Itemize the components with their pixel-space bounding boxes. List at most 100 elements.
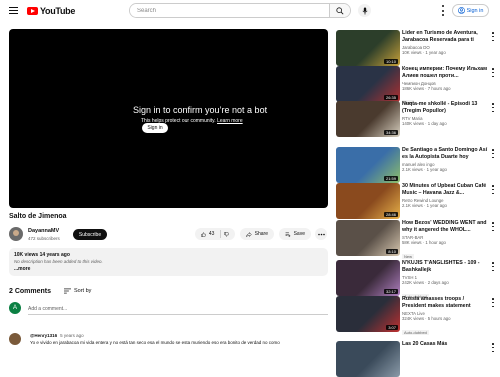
youtube-logo[interactable]: YouTube (27, 6, 75, 16)
search-button[interactable] (329, 4, 350, 17)
video-thumbnail[interactable]: 21:59 (336, 147, 400, 183)
share-icon (246, 231, 252, 237)
share-label: Share (254, 231, 268, 237)
recommended-video-title[interactable]: Russia amasses troops / President makes … (402, 296, 488, 309)
video-menu-icon[interactable] (492, 298, 495, 307)
add-comment-input[interactable]: Add a comment... (28, 306, 328, 315)
view-count-and-date: 10K views 14 years ago (14, 252, 70, 258)
play-logo-icon (27, 7, 38, 15)
channel-avatar[interactable] (9, 227, 23, 241)
video-menu-icon[interactable] (492, 68, 495, 77)
recommended-video[interactable]: 21:59 De Santiago a Santo Domingo Así es … (336, 147, 500, 183)
recommended-video-meta: 58K views · 1 hour ago (402, 240, 446, 246)
like-button[interactable]: 43 (195, 228, 235, 240)
video-menu-icon[interactable] (492, 222, 495, 231)
microphone-icon (362, 7, 367, 14)
sort-by-button[interactable]: Sort by (64, 288, 91, 294)
comment-author[interactable]: @Henry1316 5 years ago (30, 333, 84, 338)
account-icon (457, 7, 465, 14)
share-button[interactable]: Share (240, 228, 274, 240)
voice-search-button[interactable] (358, 4, 371, 17)
recommended-video-title[interactable]: 30 Minutes of Upbeat Cuban Café Music – … (402, 183, 488, 196)
video-info: 30 Minutes of Upbeat Cuban Café Music – … (402, 183, 488, 208)
description-box[interactable]: 10K views 14 years ago No description ha… (9, 248, 328, 276)
subscriber-count: 472 subscribers (28, 236, 60, 241)
search-box (129, 3, 351, 18)
video-thumbnail[interactable]: 10:10 (336, 30, 400, 66)
video-info: Lider en Turismo de Aventura, Jarabacoa … (402, 30, 488, 55)
video-info: Las 20 Casas Más (402, 341, 488, 348)
video-thumbnail[interactable] (336, 341, 400, 377)
comment-text: Yo e vivido en jarabacoa mi vida entera … (30, 340, 280, 345)
video-menu-icon[interactable] (492, 149, 495, 158)
comment-age: 5 years ago (60, 333, 84, 338)
video-menu-icon[interactable] (492, 32, 495, 41)
menu-icon[interactable] (9, 7, 18, 14)
user-avatar: A (9, 302, 21, 314)
recommended-video[interactable]: 8:10 How Bezos' WEDDING WENT and why it a… (336, 220, 500, 260)
recommended-video[interactable]: Las 20 Casas Más (336, 341, 500, 377)
video-badge: Auto-dubbed (402, 330, 429, 336)
video-thumbnail[interactable]: 28:46 (336, 183, 400, 219)
video-player[interactable]: Sign in to confirm you’re not a bot This… (9, 29, 328, 208)
recommended-video[interactable]: 28:46 30 Minutes of Upbeat Cuban Café Mus… (336, 183, 500, 219)
video-duration: 26:35 (383, 95, 398, 100)
recommended-video[interactable]: 32:17 N'KUJIS T'ANGLISHTËS - 109 - Bashka… (336, 260, 500, 300)
recommended-video[interactable]: 34:36 Nuqta-me shkollë - Episodi 13 (Treg… (336, 101, 500, 137)
video-duration: 32:17 (383, 289, 398, 294)
video-thumbnail[interactable]: 3:07 (336, 296, 400, 332)
video-duration: 34:36 (383, 130, 398, 135)
video-info: De Santiago a Santo Domingo Así es la Au… (402, 147, 488, 172)
video-info: Russia amasses troops / President makes … (402, 296, 488, 339)
video-badge: New (402, 254, 415, 260)
like-divider (220, 230, 222, 238)
sign-in-button[interactable]: Sign in (452, 4, 489, 17)
bot-check-title: Sign in to confirm you’re not a bot (133, 105, 268, 115)
save-playlist-icon (285, 232, 291, 237)
learn-more-link[interactable]: Learn more (217, 118, 243, 124)
search-input[interactable] (130, 4, 329, 17)
recommended-video[interactable]: 10:10 Lider en Turismo de Aventura, Jarab… (336, 30, 500, 66)
recommended-video-title[interactable]: How Bezos' WEDDING WENT and why it anger… (402, 220, 488, 233)
video-thumbnail[interactable]: 26:35 (336, 66, 400, 102)
recommended-video-title[interactable]: De Santiago a Santo Domingo Así es la Au… (402, 147, 488, 160)
video-title: Salto de Jimenoa (9, 213, 67, 220)
subscribe-button[interactable]: Subscribe (73, 229, 107, 240)
video-info: How Bezos' WEDDING WENT and why it anger… (402, 220, 488, 263)
video-duration: 8:10 (386, 249, 398, 254)
recommended-video[interactable]: 3:07 Russia amasses troops / President ma… (336, 296, 500, 336)
recommended-video-title[interactable]: Lider en Turismo de Aventura, Jarabacoa … (402, 30, 488, 43)
settings-menu-icon[interactable] (441, 5, 445, 16)
video-thumbnail[interactable]: 8:10 (336, 220, 400, 256)
sort-icon (64, 288, 71, 294)
video-thumbnail[interactable]: 34:36 (336, 101, 400, 137)
video-menu-icon[interactable] (492, 103, 495, 112)
comment-author-name[interactable]: @Henry1316 (30, 333, 57, 338)
recommended-video-title[interactable]: N'KUJIS T'ANGLISHTËS - 109 - Bashkallejk (402, 260, 488, 273)
like-count: 43 (208, 231, 215, 237)
recommended-video-meta: 324K views · 5 hours ago (402, 316, 451, 322)
recommended-video-meta: 140K views · 1 day ago (402, 121, 447, 127)
sign-in-label: Sign in (466, 7, 484, 14)
recommended-video[interactable]: 26:35 Конец империи: Почему Ильхам Алиев … (336, 66, 500, 106)
thumbs-down-icon[interactable] (224, 231, 229, 238)
recommended-video-meta: 2.1K views · 1 year ago (402, 203, 447, 209)
save-button[interactable]: Save (279, 228, 311, 240)
thumbs-up-icon (201, 231, 206, 237)
top-bar: YouTube Sign in (0, 0, 500, 22)
more-horizontal-icon (317, 233, 325, 235)
more-actions-button[interactable] (315, 228, 327, 240)
recommended-video-title[interactable]: Las 20 Casas Más (402, 341, 488, 348)
recommended-video-title[interactable]: Конец империи: Почему Ильхам Алиев пошел… (402, 66, 488, 79)
video-menu-icon[interactable] (492, 262, 495, 271)
video-menu-icon[interactable] (492, 185, 495, 194)
video-info: Nuqta-me shkollë - Episodi 13 (Tregim Po… (402, 101, 488, 126)
show-more-link[interactable]: ...more (14, 266, 30, 272)
recommended-video-title[interactable]: Nuqta-me shkollë - Episodi 13 (Tregim Po… (402, 101, 488, 114)
save-label: Save (293, 231, 305, 237)
comment-author-avatar[interactable] (9, 333, 21, 345)
comments-count: 2 Comments (9, 288, 52, 295)
channel-name[interactable]: DayannaMV (28, 228, 59, 234)
video-thumbnail[interactable]: 32:17 (336, 260, 400, 296)
player-sign-in-button[interactable]: Sign in (142, 123, 168, 133)
